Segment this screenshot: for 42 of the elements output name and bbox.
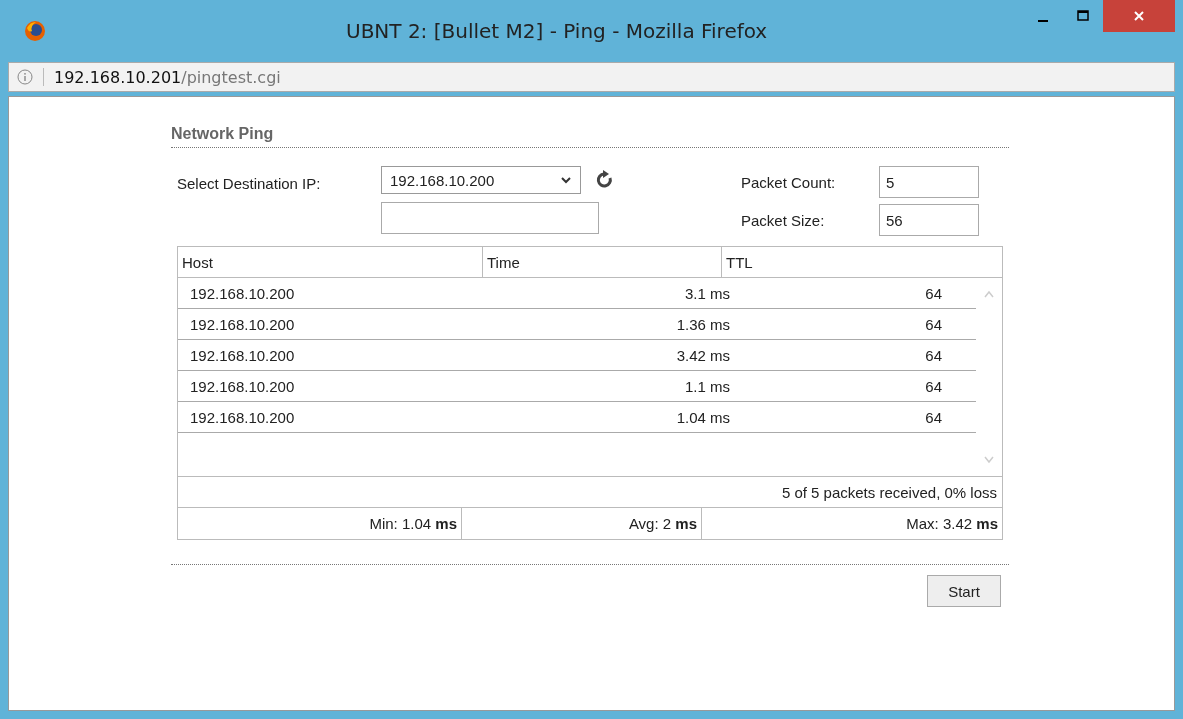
- table-cell-text: 1.36 ms: [675, 315, 730, 333]
- packet-size-label: Packet Size:: [741, 211, 826, 229]
- table-cell-text: 64: [924, 346, 942, 364]
- table-cell-text: 64: [924, 284, 942, 302]
- table-cell-text: 64: [924, 377, 942, 395]
- column-header: TTL: [725, 252, 754, 273]
- scroll-up-icon[interactable]: [984, 290, 994, 298]
- table-cell-text: 3.42 ms: [675, 346, 730, 364]
- table-cell-text: 192.168.10.200: [189, 346, 296, 364]
- stat-cell: Avg: 2 ms: [462, 508, 702, 539]
- info-icon: [17, 69, 33, 85]
- table-cell-text: 64: [924, 408, 942, 426]
- table-cell-text: 64: [924, 315, 942, 333]
- scroll-down-icon[interactable]: [984, 456, 994, 464]
- packet-count-field[interactable]: 5: [879, 166, 979, 198]
- stat-cell: Min: 1.04 ms: [178, 508, 462, 539]
- table-cell-text: 192.168.10.200: [189, 284, 296, 302]
- table-cell-text: 1.1 ms: [684, 377, 730, 395]
- close-icon: [1133, 10, 1145, 22]
- table-cell-text: 192.168.10.200: [189, 315, 296, 333]
- address-bar[interactable]: 192.168.10.201/pingtest.cgi: [8, 62, 1175, 92]
- stat-cell-text: Max: 3.42 ms: [905, 514, 999, 534]
- table-cell-text: 3.1 ms: [684, 284, 730, 302]
- maximize-icon: [1077, 10, 1089, 22]
- column-header: Time: [483, 247, 722, 277]
- summary-text: 5 of 5 packets received, 0% loss: [781, 483, 997, 501]
- custom-ip-field[interactable]: [381, 202, 599, 234]
- chevron-down-icon: [560, 176, 572, 184]
- table-cell-text: 1.04 ms: [675, 408, 730, 426]
- destination-select[interactable]: 192.168.10.200: [381, 166, 581, 194]
- minimize-icon: [1038, 20, 1048, 22]
- section-title: Network Ping: [171, 125, 1009, 148]
- table-cell-text: 192.168.10.200: [189, 408, 296, 426]
- browser-logo-icon: [24, 20, 46, 42]
- packet-size-field[interactable]: 56: [879, 204, 979, 236]
- window-title: UBNT 2: [Bullet M2] - Ping - Mozilla Firefox: [346, 19, 769, 43]
- table-cell-text: 192.168.10.200: [189, 377, 296, 395]
- column-header: Host: [178, 247, 483, 277]
- url-text: 192.168.10.201/pingtest.cgi: [54, 67, 281, 87]
- destination-label: Select Destination IP:: [177, 174, 322, 194]
- start-button[interactable]: Start: [927, 575, 1001, 607]
- packet-count-label: Packet Count:: [741, 173, 837, 191]
